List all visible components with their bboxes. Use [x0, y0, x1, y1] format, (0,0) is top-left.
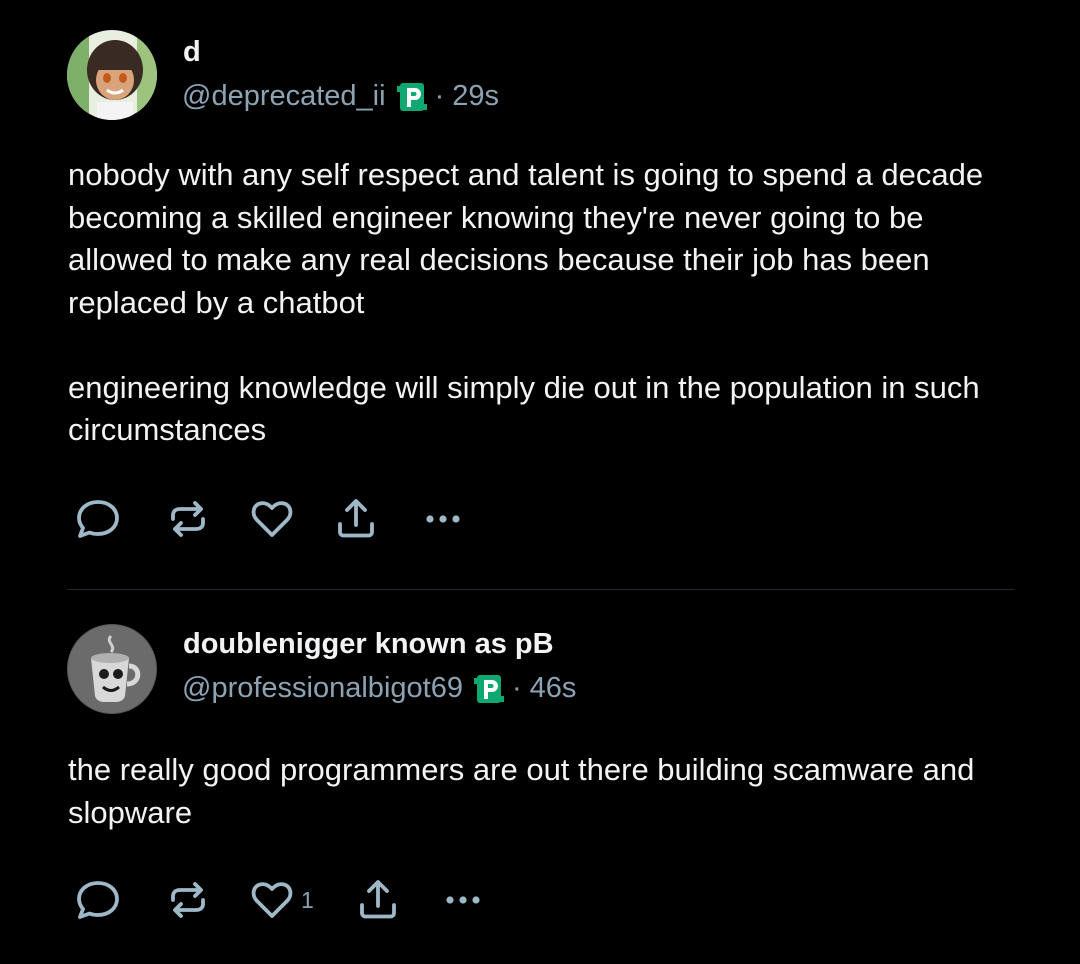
reply-icon	[77, 500, 119, 538]
share-button[interactable]	[355, 878, 401, 922]
separator: ·	[434, 80, 445, 112]
post-2[interactable]: doublenigger known as pB @professionalbi…	[0, 590, 1080, 964]
post-1[interactable]: d @deprecated_ii · 29s nobody with any s…	[0, 0, 1080, 589]
share-icon	[360, 880, 396, 919]
reply-icon	[77, 881, 119, 919]
repost-button[interactable]	[165, 497, 211, 541]
like-icon	[251, 882, 293, 918]
repost-icon	[171, 501, 205, 537]
more-icon	[446, 896, 480, 904]
reply-button[interactable]	[75, 878, 121, 922]
repost-button[interactable]	[165, 878, 211, 922]
user-handle[interactable]: @professionalbigot69	[182, 672, 463, 705]
post-meta: @professionalbigot69 · 46s	[182, 672, 576, 705]
post-text: nobody with any self respect and talent …	[68, 157, 984, 447]
avatar[interactable]	[67, 30, 157, 120]
timestamp[interactable]: 29s	[452, 80, 499, 113]
post-meta: @deprecated_ii · 29s	[182, 80, 499, 113]
share-icon	[338, 499, 374, 538]
avatar[interactable]	[67, 624, 157, 714]
like-count: 1	[301, 886, 314, 913]
more-button[interactable]	[440, 878, 486, 922]
more-icon	[426, 515, 460, 523]
like-icon	[251, 501, 293, 537]
like-button[interactable]	[249, 497, 301, 541]
like-button[interactable]: 1	[249, 878, 314, 922]
post-text: the really good programmers are out ther…	[68, 752, 983, 830]
share-button[interactable]	[333, 497, 379, 541]
avatar-image	[67, 30, 157, 120]
user-handle[interactable]: @deprecated_ii	[182, 80, 386, 113]
avatar-image	[67, 624, 157, 714]
display-name[interactable]: doublenigger known as pB	[183, 628, 554, 661]
reply-button[interactable]	[75, 497, 121, 541]
display-name[interactable]: d	[183, 36, 201, 69]
repost-icon	[171, 882, 205, 918]
p-badge-icon	[396, 82, 427, 113]
timestamp[interactable]: 46s	[530, 672, 577, 705]
p-badge-icon	[473, 674, 504, 705]
separator: ·	[511, 672, 522, 704]
more-button[interactable]	[420, 497, 466, 541]
